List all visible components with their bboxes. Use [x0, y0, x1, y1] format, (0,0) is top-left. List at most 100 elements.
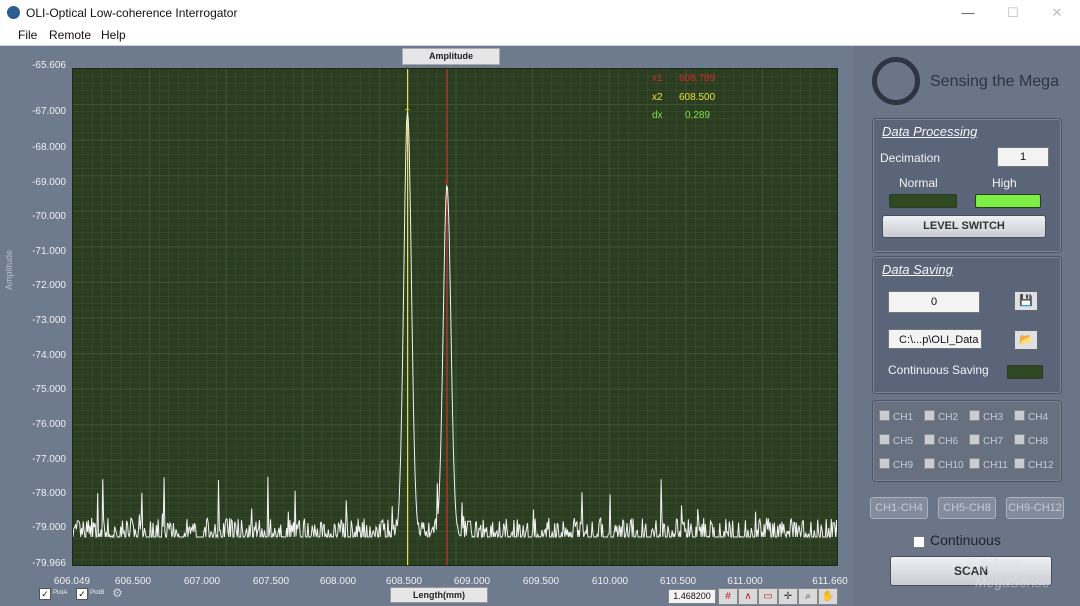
data-saving-title: Data Saving — [882, 262, 953, 277]
checkbox-icon — [969, 458, 980, 469]
channel-ch3-checkbox[interactable]: CH3 — [969, 410, 1003, 423]
plota-checkbox[interactable]: ✓ — [39, 588, 51, 600]
channel-ch8-checkbox[interactable]: CH8 — [1014, 434, 1048, 447]
channel-label: CH6 — [938, 436, 959, 447]
checkbox-icon — [969, 434, 980, 445]
decimation-input[interactable]: 1 — [997, 147, 1049, 167]
x-tick-label: 609.500 — [522, 576, 560, 587]
x-tick-label: 611.660 — [812, 576, 848, 587]
channel-ch2-checkbox[interactable]: CH2 — [924, 410, 958, 423]
plot-tool-icon[interactable]: ⚙ — [112, 586, 123, 600]
y-tick-label: -74.000 — [32, 350, 66, 361]
channel-label: CH8 — [1028, 436, 1049, 447]
y-tick-label: -72.000 — [32, 280, 66, 291]
cursor-x1-value: 608.789 — [679, 73, 716, 84]
window-title: OLI-Optical Low-coherence Interrogator — [26, 6, 238, 20]
channel-ch12-checkbox[interactable]: CH12 — [1014, 458, 1054, 471]
checkbox-icon — [924, 458, 935, 469]
marker-tool-icon[interactable]: ▭ — [758, 588, 778, 605]
crosshair-tool-icon[interactable]: ✛ — [778, 588, 798, 605]
channel-ch10-checkbox[interactable]: CH10 — [924, 458, 964, 471]
channel-ch11-checkbox[interactable]: CH11 — [969, 458, 1008, 471]
x-tick-label: 610.000 — [591, 576, 629, 587]
y-tick-label: -75.000 — [32, 384, 66, 395]
amplitude-plot[interactable]: + + x1 608.789 x2 608.500 dx 0.289 — [72, 68, 838, 566]
app-icon — [7, 6, 20, 19]
level-switch-button[interactable]: LEVEL SWITCH — [882, 215, 1046, 238]
cursor-x1-label: x1 — [652, 73, 663, 84]
logo-text: Sensing the Mega — [930, 73, 1059, 90]
channel-label: CH2 — [938, 412, 959, 423]
x-tick-label: 607.500 — [252, 576, 290, 587]
peak-marker: + — [444, 177, 449, 187]
channel-label: CH5 — [893, 436, 914, 447]
channel-label: CH4 — [1028, 412, 1049, 423]
ch5-ch8-button[interactable]: CH5-CH8 — [938, 497, 996, 519]
readout-value[interactable]: 1.468200 — [668, 589, 716, 604]
channel-label: CH3 — [983, 412, 1004, 423]
checkbox-icon — [924, 434, 935, 445]
plota-label: PlotA — [53, 590, 68, 596]
normal-led — [889, 194, 957, 208]
channel-label: CH11 — [983, 460, 1008, 471]
y-tick-label: -73.000 — [32, 315, 66, 326]
plot-svg[interactable]: ++ — [73, 69, 838, 566]
x-tick-label: 608.000 — [319, 576, 357, 587]
x-axis-label: Length(mm) — [390, 587, 488, 603]
y-tick-label: -67.000 — [32, 106, 66, 117]
y-tick-label: -79.966 — [32, 558, 66, 569]
channel-ch6-checkbox[interactable]: CH6 — [924, 434, 958, 447]
channel-label: CH9 — [893, 460, 914, 471]
channel-ch4-checkbox[interactable]: CH4 — [1014, 410, 1048, 423]
plotb-checkbox[interactable]: ✓ — [76, 588, 88, 600]
menu-file[interactable]: File — [18, 28, 37, 42]
channel-label: CH10 — [938, 460, 964, 471]
y-tick-label: -65.606 — [32, 60, 66, 71]
x-tick-label: 607.000 — [183, 576, 221, 587]
maximize-button[interactable]: ☐ — [998, 3, 1028, 23]
plotb-label: PlotB — [90, 590, 105, 596]
zoom-tool-icon[interactable]: ⌕ — [798, 588, 818, 605]
channel-ch5-checkbox[interactable]: CH5 — [879, 434, 913, 447]
cursor-dx-value: 0.289 — [685, 110, 711, 121]
checkbox-icon — [969, 410, 980, 421]
normal-label: Normal — [899, 176, 938, 190]
channel-label: CH1 — [893, 412, 914, 423]
minimize-button[interactable]: — — [953, 3, 983, 23]
watermark-en: MegaSense — [975, 574, 1050, 590]
save-path-input[interactable]: C:\...p\OLI_Data — [888, 329, 982, 349]
close-button[interactable]: ✕ — [1042, 3, 1072, 23]
menu-help[interactable]: Help — [101, 28, 126, 42]
checkbox-icon — [1014, 410, 1025, 421]
x-tick-label: 609.000 — [453, 576, 491, 587]
ch9-ch12-button[interactable]: CH9-CH12 — [1006, 497, 1064, 519]
waveform-tool-icon[interactable]: ∧ — [738, 588, 758, 605]
megasense-logo-icon — [872, 57, 920, 105]
pan-tool-icon[interactable]: ✋ — [818, 588, 838, 605]
menu-remote[interactable]: Remote — [49, 28, 91, 42]
continuous-checkbox[interactable] — [913, 536, 925, 548]
checkbox-icon — [924, 410, 935, 421]
grid-tool-icon[interactable]: # — [718, 588, 738, 605]
continuous-saving-led[interactable] — [1007, 365, 1043, 379]
checkbox-icon — [1014, 458, 1025, 469]
y-tick-label: -77.000 — [32, 454, 66, 465]
save-icon[interactable]: 💾 — [1014, 291, 1038, 311]
channel-ch9-checkbox[interactable]: CH9 — [879, 458, 913, 471]
checkbox-icon — [1014, 434, 1025, 445]
folder-open-icon[interactable]: 📂 — [1014, 330, 1038, 350]
ch1-ch4-button[interactable]: CH1-CH4 — [870, 497, 928, 519]
channel-label: CH12 — [1028, 460, 1054, 471]
high-led — [975, 194, 1041, 208]
plot-title: Amplitude — [402, 48, 500, 65]
watermark-cn: 巨衡科技 — [965, 557, 1021, 573]
peak-marker: + — [405, 104, 410, 114]
channel-ch7-checkbox[interactable]: CH7 — [969, 434, 1003, 447]
y-tick-label: -68.000 — [32, 142, 66, 153]
checkbox-icon — [879, 434, 890, 445]
save-count-input[interactable]: 0 — [888, 291, 980, 313]
channel-ch1-checkbox[interactable]: CH1 — [879, 410, 913, 423]
data-processing-title: Data Processing — [882, 124, 978, 139]
y-tick-label: -71.000 — [32, 246, 66, 257]
x-tick-label: 606.049 — [53, 576, 91, 587]
